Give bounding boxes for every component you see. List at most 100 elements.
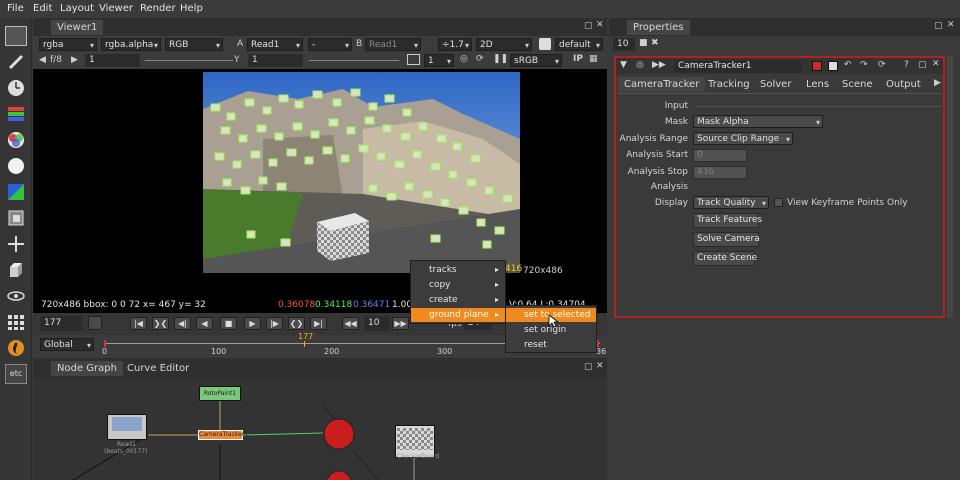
views-icon[interactable] — [5, 286, 27, 306]
clear-properties-icon[interactable]: ✖ — [651, 38, 659, 48]
float-properties-icon[interactable]: ▢ — [934, 21, 943, 31]
paint-icon[interactable] — [5, 52, 27, 72]
more-tabs-icon[interactable]: ▶ — [934, 78, 941, 88]
b-input-dropdown[interactable]: Read1 — [365, 38, 421, 51]
gamma-slider[interactable] — [309, 60, 399, 61]
help-icon[interactable]: ? — [904, 60, 909, 70]
zoom-dropdown[interactable]: ÷1.7 — [438, 38, 472, 51]
menu-layout[interactable]: Layout — [60, 3, 94, 14]
metadata-icon[interactable] — [5, 312, 27, 332]
color-icon[interactable] — [5, 130, 27, 150]
fstop-prev-icon[interactable]: ◀ — [39, 55, 46, 65]
menu-item-create[interactable]: create — [411, 293, 505, 307]
prev-keyframe-button[interactable]: ❯❮ — [152, 317, 169, 330]
proxy-dropdown[interactable]: 1 — [424, 54, 454, 67]
next-keyframe-button[interactable]: ❮❯ — [288, 317, 305, 330]
lock-icon[interactable] — [88, 316, 102, 330]
step-increment-field[interactable]: 10 — [364, 316, 390, 331]
cameratracker-node[interactable]: CameraTracker1 — [198, 430, 248, 440]
step-forward-button[interactable]: |▶ — [266, 317, 283, 330]
tab-cameratracker[interactable]: CameraTracker — [618, 77, 706, 92]
out-point-marker[interactable] — [597, 340, 599, 347]
gain-field[interactable]: 1 — [85, 54, 140, 67]
refresh-icon[interactable]: ⟳ — [476, 54, 484, 64]
max-panels-field[interactable]: 10 — [613, 38, 635, 51]
viewer-canvas[interactable]: 416 720x486 — [33, 69, 607, 297]
skip-forward-button[interactable]: ▶▶ — [392, 317, 409, 330]
menu-item-tracks[interactable]: tracks — [411, 263, 505, 277]
gain-slider[interactable] — [145, 60, 233, 61]
wipe-icon[interactable]: ▦ — [589, 54, 598, 64]
font-color-icon[interactable] — [828, 61, 838, 71]
rotopaint-node[interactable]: RotoPaint1 — [199, 386, 241, 401]
lock-properties-icon[interactable]: ■ — [639, 38, 648, 48]
close-viewer-icon[interactable]: ✕ — [596, 20, 604, 30]
proxy-icon[interactable] — [407, 54, 420, 65]
menu-viewer[interactable]: Viewer — [99, 3, 133, 14]
tab-node-graph[interactable]: Node Graph — [51, 361, 123, 376]
tab-viewer1[interactable]: Viewer1 — [51, 20, 104, 35]
play-backward-button[interactable]: ◀ — [196, 317, 213, 330]
menu-item-reset[interactable]: reset — [506, 338, 596, 352]
float-nodegraph-icon[interactable]: ▢ — [584, 362, 593, 372]
node-graph-canvas[interactable]: Read1 (beats_00177) RotoPaint1 CameraTra… — [33, 378, 607, 480]
lut-dropdown[interactable]: default — [555, 38, 603, 51]
tab-lens[interactable]: Lens — [800, 77, 835, 92]
stop-button[interactable]: ■ — [220, 317, 237, 330]
collapse-icon[interactable]: ▼ — [620, 60, 627, 70]
camera-icon[interactable] — [539, 38, 551, 50]
gamma-field[interactable]: 1 — [248, 54, 303, 67]
analysis-start-field[interactable]: 0 — [693, 149, 747, 162]
time-icon[interactable] — [5, 78, 27, 98]
track-features-button[interactable]: Track Features — [693, 213, 762, 228]
filter-icon[interactable] — [5, 156, 27, 176]
in-point-marker[interactable] — [104, 340, 106, 347]
menu-help[interactable]: Help — [180, 3, 203, 14]
undo-icon[interactable]: ↶ — [844, 60, 852, 70]
menu-edit[interactable]: Edit — [33, 3, 52, 14]
playhead[interactable] — [304, 341, 305, 347]
tab-output[interactable]: Output — [880, 77, 927, 92]
skip-back-button[interactable]: ◀◀ — [342, 317, 359, 330]
close-properties-icon[interactable]: ✕ — [947, 20, 955, 30]
node-color-icon[interactable]: ▶▶ — [652, 60, 666, 70]
tab-curve-editor[interactable]: Curve Editor — [121, 361, 195, 376]
display-dropdown[interactable]: sRGB — [510, 54, 562, 67]
create-scene-button[interactable]: Create Scene — [693, 251, 757, 266]
step-back-button[interactable]: ◀| — [174, 317, 191, 330]
menu-item-ground-plane[interactable]: ground plane — [411, 308, 505, 322]
redo-icon[interactable]: ↷ — [860, 60, 868, 70]
3d-icon[interactable] — [5, 260, 27, 280]
mask-dropdown[interactable]: Mask Alpha — [693, 115, 823, 128]
keyframe-points-checkbox[interactable] — [774, 198, 783, 207]
analysis-stop-field[interactable]: 436 — [693, 166, 747, 179]
close-panel-icon[interactable]: ✕ — [932, 59, 940, 69]
keyer-icon[interactable] — [5, 182, 27, 202]
roi-icon[interactable]: ◎ — [460, 54, 468, 64]
view-mode-dropdown[interactable]: 2D — [476, 38, 532, 51]
close-nodegraph-icon[interactable]: ✕ — [596, 361, 604, 371]
float-icon[interactable]: ▢ — [584, 21, 593, 31]
menu-item-copy[interactable]: copy — [411, 278, 505, 292]
other-icon[interactable]: etc — [5, 364, 27, 384]
node-name-field[interactable]: CameraTracker1 — [674, 60, 802, 73]
revert-icon[interactable]: ⟳ — [878, 60, 886, 70]
menu-file[interactable]: File — [7, 3, 24, 14]
range-dropdown[interactable]: Global — [40, 338, 94, 351]
transform-icon[interactable] — [5, 234, 27, 254]
fstop-next-icon[interactable]: ▶ — [71, 55, 78, 65]
pause-icon[interactable]: ❚❚ — [493, 54, 508, 64]
play-forward-button[interactable]: ▶ — [244, 317, 261, 330]
analysis-range-dropdown[interactable]: Source Clip Range — [693, 132, 793, 145]
display-dropdown-props[interactable]: Track Quality — [693, 196, 769, 209]
alpha-channel-dropdown[interactable]: rgba.alpha — [101, 38, 161, 51]
menu-render[interactable]: Render — [140, 3, 176, 14]
read-node[interactable] — [107, 414, 147, 440]
first-frame-button[interactable]: |◀ — [130, 317, 147, 330]
tab-properties[interactable]: Properties — [627, 20, 690, 35]
tab-solver[interactable]: Solver — [754, 77, 797, 92]
tab-scene[interactable]: Scene — [836, 77, 879, 92]
float-panel-icon[interactable]: ▢ — [918, 60, 927, 70]
colorspace-dropdown[interactable]: RGB — [165, 38, 223, 51]
furnace-icon[interactable] — [5, 338, 27, 358]
